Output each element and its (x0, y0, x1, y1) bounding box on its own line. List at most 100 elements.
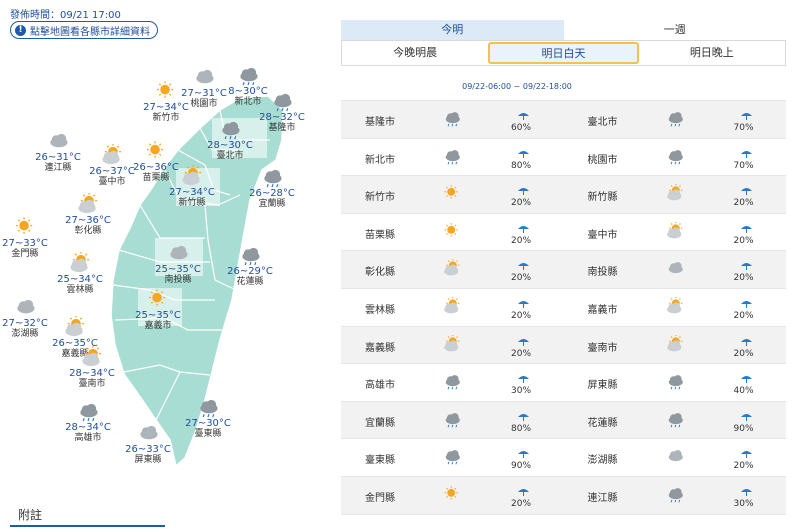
county-name: 彰化縣 (365, 267, 395, 279)
cloud-icon (165, 242, 191, 264)
county-name: 新北市 (365, 154, 395, 166)
forecast-cell[interactable]: 臺南市 20% (564, 327, 787, 364)
sun-cloud-icon (441, 296, 463, 315)
county-name: 宜蘭縣 (365, 417, 395, 429)
map-city-marker[interactable]: 27~34°C 新竹縣 (162, 164, 222, 209)
tab-tonight[interactable]: 今晚明晨 (342, 41, 488, 65)
forecast-cell[interactable]: 苗栗縣 20% (341, 214, 564, 251)
city-name: 宜蘭縣 (258, 199, 286, 209)
map-city-marker[interactable]: 28~30°C 臺北市 (200, 118, 260, 162)
map-city-marker[interactable]: 27~30°C 臺東縣 (178, 396, 238, 440)
rain-probability: 70% (733, 123, 754, 133)
city-temperature: 26~28°C (249, 188, 295, 199)
table-row: 雲林縣 20% 嘉義市 20% (341, 289, 786, 327)
city-temperature: 26~29°C (227, 266, 273, 277)
forecast-cell[interactable]: 高雄市 30% (341, 364, 564, 401)
sun-cloud-icon (441, 334, 463, 353)
tab-week[interactable]: 一週 (563, 20, 786, 40)
umbrella-icon (740, 332, 752, 346)
sun-cloud-icon (79, 345, 105, 368)
forecast-cell[interactable]: 臺東縣 90% (341, 439, 564, 476)
sun-icon (441, 184, 463, 202)
forecast-cell[interactable]: 金門縣 20% (341, 477, 564, 514)
tab-tomorrow-night[interactable]: 明日晚上 (639, 41, 785, 65)
forecast-cell[interactable]: 新竹縣 20% (564, 176, 787, 213)
sun-icon (153, 80, 179, 102)
map-city-marker[interactable]: 26~31°C 連江縣 (28, 130, 88, 174)
county-name: 新竹縣 (587, 192, 618, 204)
umbrella-icon (740, 144, 752, 158)
city-temperature: 27~36°C (65, 215, 111, 226)
umbrella-icon (518, 106, 529, 120)
rain-probability: 30% (511, 386, 532, 397)
map-city-marker[interactable]: 27~36°C 彰化縣 (58, 192, 118, 237)
tab-today-tomorrow[interactable]: 今明 (341, 20, 564, 40)
map-city-marker[interactable]: 27~34°C 新竹市 (136, 80, 196, 124)
rain-probability: 20% (511, 310, 532, 321)
forecast-cell[interactable]: 嘉義市 20% (564, 289, 787, 326)
forecast-cell[interactable]: 基隆市 60% (341, 101, 564, 138)
forecast-cell[interactable]: 臺中市 20% (564, 214, 787, 251)
umbrella-icon (518, 369, 529, 384)
cloud-rain-icon (441, 410, 463, 428)
table-row: 高雄市 30% 屏東縣 40% (341, 364, 786, 402)
forecast-cell[interactable]: 屏東縣 40% (564, 364, 787, 401)
map-city-marker[interactable]: 25~34°C 雲林縣 (50, 251, 110, 296)
forecast-cell[interactable]: 新竹市 20% (341, 176, 564, 213)
cloud-rain-icon (235, 64, 261, 86)
forecast-cell[interactable]: 連江縣 30% (564, 477, 787, 514)
county-name: 臺南市 (587, 342, 618, 354)
forecast-cell[interactable]: 花蓮縣 90% (564, 402, 787, 439)
table-row: 基隆市 60% 臺北市 70% (341, 101, 786, 139)
cloud-rain-icon (441, 109, 463, 127)
cloud-rain-icon (441, 447, 463, 465)
forecast-cell[interactable]: 宜蘭縣 80% (341, 402, 564, 439)
map-city-marker[interactable]: 26~29°C 花蓮縣 (220, 244, 280, 288)
umbrella-icon (518, 181, 529, 196)
city-temperature: 26~31°C (35, 152, 81, 163)
rain-probability: 20% (733, 198, 754, 209)
forecast-cell[interactable]: 新北市 80% (341, 139, 564, 176)
map-city-marker[interactable]: 26~28°C 宜蘭縣 (242, 166, 302, 210)
county-name: 南投縣 (587, 267, 618, 279)
umbrella-icon (740, 106, 752, 120)
map-city-marker[interactable]: 28~34°C 臺南市 (62, 345, 122, 390)
map-city-marker[interactable]: 26~33°C 屏東縣 (118, 422, 178, 466)
county-name: 臺東縣 (365, 455, 395, 467)
cloud-icon (664, 447, 686, 465)
footnote-underline (10, 525, 165, 527)
city-name: 新竹市 (152, 113, 180, 123)
map-city-marker[interactable]: 25~35°C 南投縣 (148, 242, 208, 286)
forecast-cell[interactable]: 彰化縣 20% (341, 251, 564, 288)
forecast-cell[interactable]: 臺北市 70% (564, 101, 787, 138)
sun-cloud-icon (62, 315, 88, 338)
map-city-marker[interactable]: 28~32°C 基隆市 (252, 90, 312, 134)
umbrella-icon (518, 294, 529, 308)
county-name: 基隆市 (365, 117, 395, 128)
map-city-marker[interactable]: 25~35°C 嘉義市 (128, 288, 188, 332)
forecast-cell[interactable]: 雲林縣 20% (341, 289, 564, 326)
cloud-rain-icon (664, 485, 686, 503)
forecast-cell[interactable]: 澎湖縣 20% (564, 439, 787, 476)
map-city-marker[interactable]: 27~33°C 金門縣 (0, 216, 55, 260)
map-city-marker[interactable]: 28~34°C 高雄市 (58, 400, 118, 444)
cloud-rain-icon (441, 147, 463, 165)
tab-tomorrow-day[interactable]: 明日白天 (488, 42, 639, 64)
forecast-cell[interactable]: 南投縣 20% (564, 251, 787, 288)
sun-cloud-icon (664, 221, 686, 240)
umbrella-icon (518, 482, 529, 496)
taiwan-weather-map[interactable]: 8~30°C 新北市 27~31°C 桃園市 27~34°C 新竹市 28~32°C 基隆市 2… (0, 0, 330, 500)
rain-probability: 20% (733, 235, 754, 246)
umbrella-icon (740, 181, 752, 196)
city-temperature: 28~30°C (207, 140, 253, 151)
table-row: 宜蘭縣 80% 花蓮縣 90% (341, 401, 787, 440)
forecast-cell[interactable]: 嘉義縣 20% (341, 327, 564, 364)
cloud-rain-icon (664, 372, 686, 390)
cloud-icon (135, 422, 161, 444)
cloud-rain-icon (269, 90, 295, 112)
forecast-cell[interactable]: 桃園市 70% (564, 139, 787, 176)
city-temperature: 25~35°C (135, 310, 181, 321)
cloud-rain-icon (237, 244, 263, 266)
sun-icon (12, 216, 38, 238)
umbrella-icon (740, 444, 752, 459)
